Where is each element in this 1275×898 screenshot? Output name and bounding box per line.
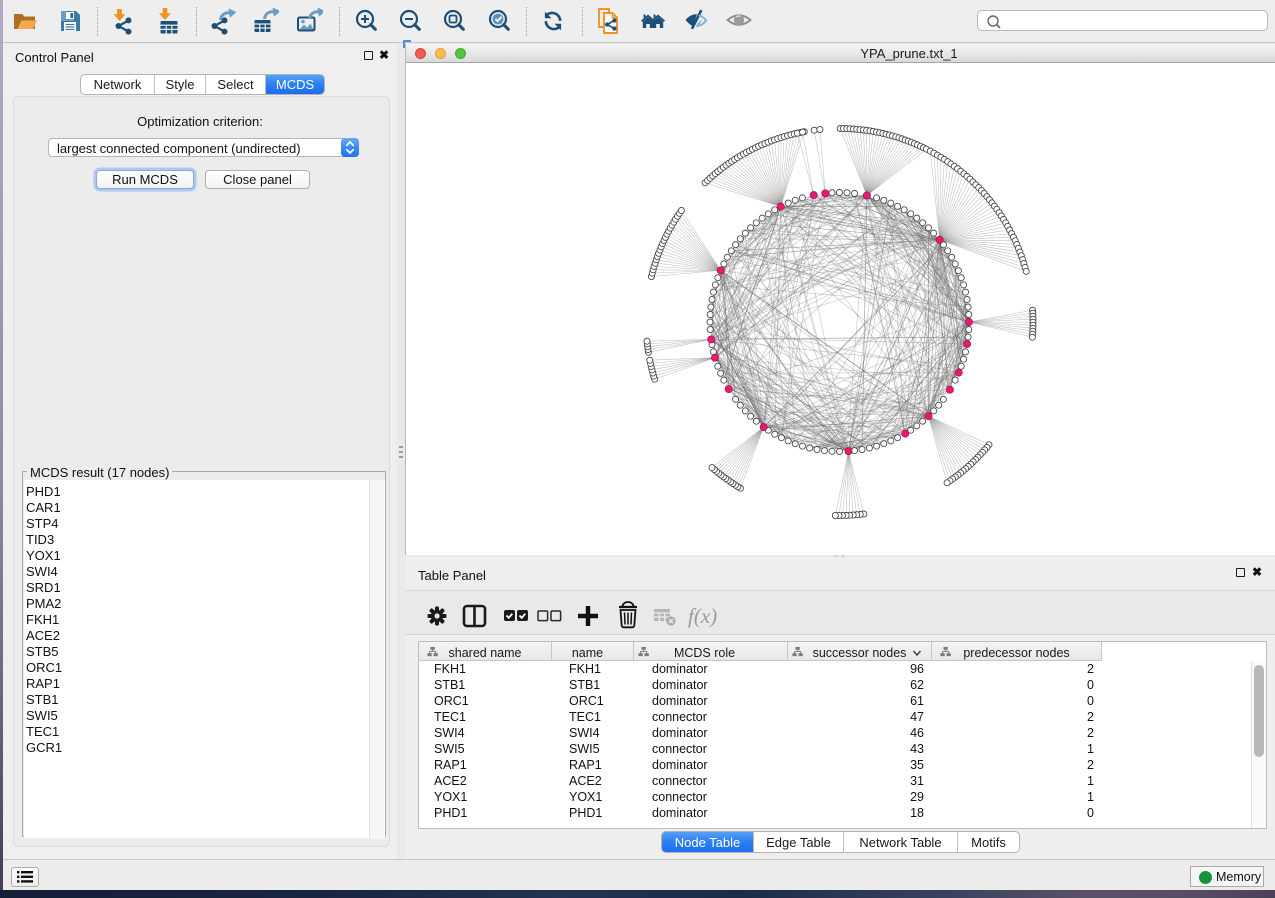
svg-text:f(x): f(x) [688, 604, 717, 628]
